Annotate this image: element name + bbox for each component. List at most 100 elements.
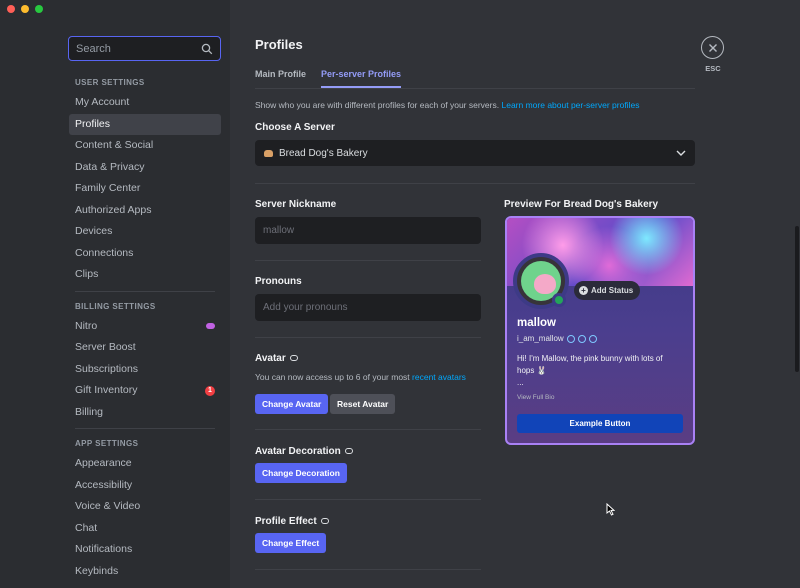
sidebar-item-profiles[interactable]: Profiles — [69, 113, 221, 135]
nickname-field[interactable] — [255, 217, 481, 244]
sidebar-item-gift-inventory[interactable]: Gift Inventory 1 — [69, 380, 221, 402]
effect-title: Profile Effect — [255, 516, 329, 527]
sidebar-item-label: Subscriptions — [75, 362, 139, 375]
change-avatar-button[interactable]: Change Avatar — [255, 394, 329, 414]
settings-content: Profiles ESC Main Profile Per-server Pro… — [230, 0, 800, 588]
server-icon — [264, 149, 273, 157]
example-button[interactable]: Example Button — [517, 414, 683, 433]
sidebar-item-chat[interactable]: Chat — [69, 518, 221, 540]
badge-icon — [577, 334, 586, 343]
badge-icon — [566, 334, 575, 343]
mouse-cursor-icon — [606, 503, 615, 516]
chevron-down-icon — [676, 150, 686, 156]
sidebar-divider — [75, 428, 215, 429]
section-divider — [255, 569, 481, 570]
sidebar-item-accessibility[interactable]: Accessibility — [69, 475, 221, 497]
bio: Hi! I'm Mallow, the pink bunny with lots… — [517, 353, 687, 389]
reset-avatar-button[interactable]: Reset Avatar — [330, 394, 396, 414]
section-divider — [255, 429, 481, 430]
section-divider — [255, 337, 481, 338]
window-close-button[interactable] — [7, 5, 15, 13]
preview-title: Preview For Bread Dog's Bakery — [504, 199, 659, 210]
tabs-divider — [255, 88, 695, 89]
sidebar-item-my-account[interactable]: My Account — [69, 92, 221, 114]
sidebar-item-nitro[interactable]: Nitro — [69, 316, 221, 338]
window-maximize-button[interactable] — [35, 5, 43, 13]
page-title: Profiles — [255, 37, 303, 52]
avatar-subtext-label: You can now access up to 6 of your most — [255, 372, 410, 382]
sidebar-item-subscriptions[interactable]: Subscriptions — [69, 359, 221, 381]
settings-sidebar: USER SETTINGS My Account Profiles Conten… — [0, 0, 230, 588]
esc-label: ESC — [705, 64, 721, 73]
window-minimize-button[interactable] — [21, 5, 29, 13]
avatar-subtext: You can now access up to 6 of your most … — [255, 372, 466, 382]
section-header-user-settings: USER SETTINGS — [75, 78, 145, 87]
sidebar-item-server-boost[interactable]: Server Boost — [69, 337, 221, 359]
tab-per-server-profiles[interactable]: Per-server Profiles — [321, 69, 402, 88]
recent-avatars-link[interactable]: recent avatars — [412, 372, 466, 382]
nickname-input[interactable] — [263, 225, 473, 236]
sidebar-item-label: Accessibility — [75, 478, 133, 491]
section-header-billing-settings: BILLING SETTINGS — [75, 301, 156, 311]
search-input[interactable] — [76, 42, 201, 55]
view-full-bio-link[interactable]: View Full Bio — [517, 394, 554, 401]
per-server-description: Show who you are with different profiles… — [255, 100, 639, 110]
sidebar-item-family-center[interactable]: Family Center — [69, 178, 221, 200]
section-divider — [255, 183, 695, 184]
search-box[interactable] — [68, 36, 221, 61]
notification-badge: 1 — [205, 385, 215, 396]
sidebar-item-billing[interactable]: Billing — [69, 402, 221, 424]
add-status-label: Add Status — [591, 286, 634, 295]
sidebar-item-label: My Account — [75, 96, 130, 108]
username-row: i_am_mallow — [517, 334, 597, 343]
pronouns-field[interactable] — [255, 294, 481, 321]
description-text: Show who you are with different profiles… — [255, 100, 500, 110]
sidebar-item-voice-video[interactable]: Voice & Video — [69, 496, 221, 518]
nitro-icon — [289, 355, 298, 362]
sidebar-item-content-social[interactable]: Content & Social — [69, 135, 221, 157]
pronouns-input[interactable] — [263, 302, 473, 313]
change-decoration-button[interactable]: Change Decoration — [255, 463, 347, 483]
sidebar-item-label: Authorized Apps — [75, 203, 152, 216]
sidebar-divider — [75, 290, 215, 292]
settings-nav: USER SETTINGS My Account Profiles Conten… — [69, 74, 221, 582]
add-status-button[interactable]: + Add Status — [574, 281, 641, 300]
sidebar-item-label: Notifications — [75, 543, 133, 555]
avatar-title-label: Avatar — [255, 353, 286, 364]
choose-server-title: Choose A Server — [255, 122, 335, 133]
badge-icon — [588, 334, 597, 343]
sidebar-item-label: Chat — [75, 521, 98, 534]
pronouns-title: Pronouns — [255, 276, 302, 287]
sidebar-item-clips[interactable]: Clips — [69, 264, 221, 286]
nitro-icon — [206, 323, 215, 330]
server-select[interactable]: Bread Dog's Bakery — [255, 140, 695, 166]
bunny-icon — [534, 274, 556, 294]
sidebar-item-label: Gift Inventory — [75, 384, 138, 396]
sidebar-item-appearance[interactable]: Appearance — [69, 453, 221, 475]
nitro-icon — [320, 518, 329, 525]
decoration-title-label: Avatar Decoration — [255, 446, 341, 457]
bio-line: hops 🐰 — [517, 366, 547, 375]
sidebar-item-label: Billing — [75, 405, 104, 418]
close-button[interactable] — [701, 36, 724, 59]
bio-line: Hi! I'm Mallow, the pink bunny with lots… — [517, 354, 663, 363]
tab-main-profile[interactable]: Main Profile — [255, 69, 306, 88]
sidebar-item-devices[interactable]: Devices — [69, 221, 221, 243]
change-effect-button[interactable]: Change Effect — [255, 533, 327, 553]
sidebar-item-connections[interactable]: Connections — [69, 243, 221, 265]
section-divider — [255, 499, 481, 500]
window-controls — [7, 5, 43, 13]
sidebar-item-notifications[interactable]: Notifications — [69, 539, 221, 561]
learn-more-link[interactable]: Learn more about per-server profiles — [501, 100, 639, 110]
selected-server-label: Bread Dog's Bakery — [279, 147, 368, 159]
sidebar-item-label: Content & Social — [75, 139, 154, 151]
sidebar-item-keybinds[interactable]: Keybinds — [69, 561, 221, 583]
sidebar-item-authorized-apps[interactable]: Authorized Apps — [69, 200, 221, 222]
section-divider — [255, 260, 481, 261]
scrollbar[interactable] — [795, 226, 799, 372]
sidebar-item-data-privacy[interactable]: Data & Privacy — [69, 157, 221, 179]
sidebar-item-label: Family Center — [75, 182, 141, 194]
sidebar-item-label: Connections — [75, 246, 134, 259]
sidebar-item-label: Devices — [75, 225, 113, 237]
section-header-app-settings: APP SETTINGS — [75, 439, 139, 448]
